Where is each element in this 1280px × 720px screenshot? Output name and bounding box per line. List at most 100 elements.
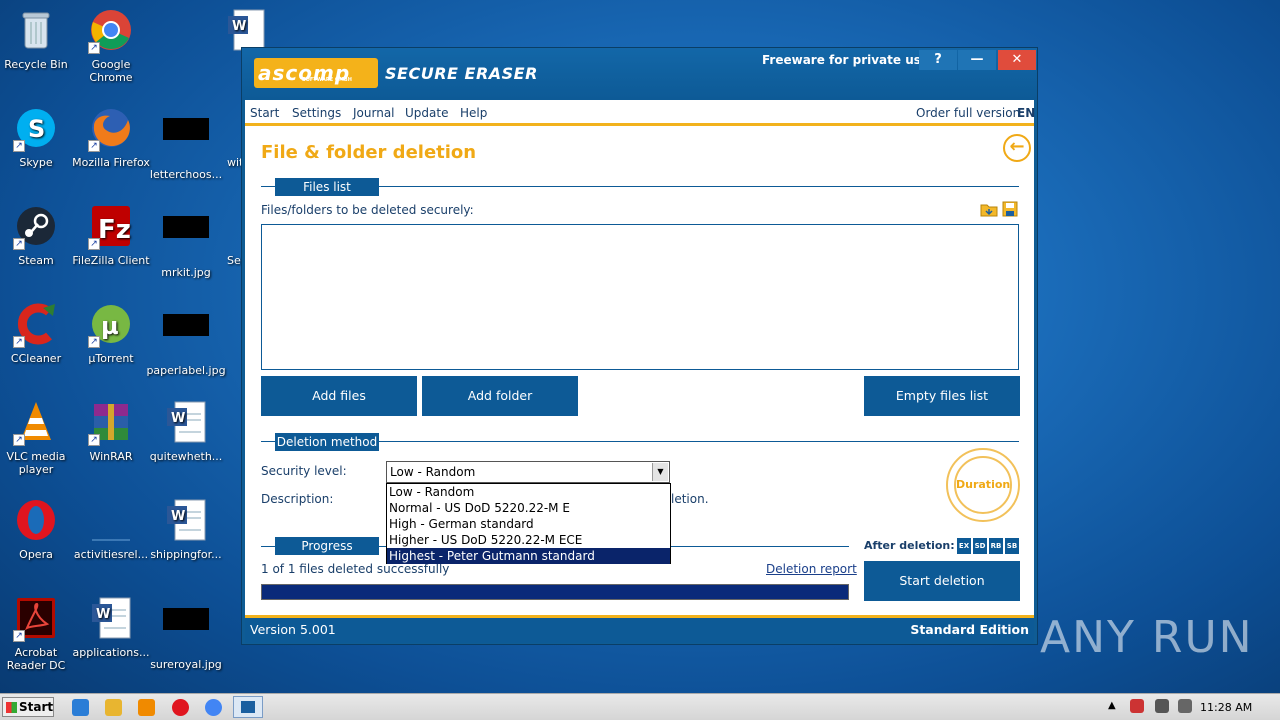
desktop-icon-recycle-bin[interactable]: Recycle Bin: [0, 8, 76, 71]
word-document-icon: W: [163, 498, 209, 544]
icon-label: VLC media player: [6, 450, 66, 476]
network-icon[interactable]: [1155, 699, 1169, 713]
icon-label: Steam: [18, 254, 54, 267]
word-document-icon: W: [163, 400, 209, 446]
help-button[interactable]: ?: [919, 50, 957, 70]
secure-eraser-taskbar-button[interactable]: [233, 696, 263, 718]
shortcut-arrow-icon: ↗: [13, 630, 25, 642]
security-option[interactable]: Normal - US DoD 5220.22-M E: [387, 500, 670, 516]
shortcut-arrow-icon: ↗: [13, 434, 25, 446]
shortcut-arrow-icon: ↗: [13, 238, 25, 250]
desktop-icon-sureroyal[interactable]: sureroyal.jpg: [146, 596, 226, 671]
icon-label: mrkit.jpg: [161, 266, 211, 279]
icon-label: Se: [227, 254, 241, 267]
menu-start[interactable]: Start: [250, 106, 279, 120]
title-bar[interactable]: ascomp SOFTWARE GMBH SECURE ERASER Freew…: [242, 48, 1037, 100]
files-listbox[interactable]: [261, 224, 1019, 370]
svg-text:W: W: [171, 411, 185, 426]
action-center-icon[interactable]: [1130, 699, 1144, 713]
security-option[interactable]: Higher - US DoD 5220.22-M ECE: [387, 532, 670, 548]
word-document-icon: W: [88, 596, 134, 642]
opera-taskbar-icon[interactable]: [172, 699, 189, 716]
after-deletion-reboot-option[interactable]: RB: [989, 538, 1003, 554]
chrome-taskbar-icon[interactable]: [205, 699, 222, 716]
desktop-icon-wit[interactable]: wit: [222, 106, 242, 169]
ie-icon[interactable]: [72, 699, 89, 716]
after-deletion-standby-option[interactable]: SB: [1005, 538, 1019, 554]
security-option[interactable]: Low - Random: [387, 484, 670, 500]
desktop-icon-quitewheth[interactable]: W quitewheth...: [146, 400, 226, 463]
desktop-icon-filezilla[interactable]: Fz ↗ FileZilla Client: [71, 204, 151, 267]
security-level-select[interactable]: Low - Random ▼: [386, 461, 670, 483]
close-button[interactable]: ✕: [998, 50, 1036, 70]
desktop-icon-winrar[interactable]: ↗ WinRAR: [71, 400, 151, 463]
menu-settings[interactable]: Settings: [292, 106, 341, 120]
shortcut-arrow-icon: ↗: [88, 42, 100, 54]
chevron-down-icon[interactable]: ▼: [652, 463, 668, 481]
progress-bar: [261, 584, 849, 600]
taskbar-clock[interactable]: 11:28 AM: [1200, 701, 1252, 714]
explorer-icon[interactable]: [105, 699, 122, 716]
empty-files-list-button[interactable]: Empty files list: [864, 376, 1020, 416]
skype-icon: S ↗: [13, 106, 59, 152]
desktop-icon-acrobat[interactable]: ↗ Acrobat Reader DC: [0, 596, 76, 672]
after-deletion-shutdown-option[interactable]: SD: [973, 538, 987, 554]
volume-icon[interactable]: [1178, 699, 1192, 713]
desktop-icon-mrkit[interactable]: mrkit.jpg: [146, 204, 226, 279]
icon-label: quitewheth...: [149, 450, 223, 463]
icon-label: FileZilla Client: [72, 254, 150, 267]
minimize-button[interactable]: —: [958, 50, 996, 70]
order-full-version-link[interactable]: Order full version: [916, 106, 1020, 120]
menu-help[interactable]: Help: [460, 106, 487, 120]
back-arrow-icon[interactable]: ←: [1003, 134, 1031, 162]
edition-label: Standard Edition: [910, 622, 1029, 637]
client-area: Start Settings Journal Update Help Order…: [245, 100, 1035, 615]
utorrent-icon: µ ↗: [88, 302, 134, 348]
shortcut-arrow-icon: ↗: [13, 140, 25, 152]
add-files-button[interactable]: Add files: [261, 376, 417, 416]
ascomp-logo: ascomp SOFTWARE GMBH: [254, 58, 378, 88]
steam-icon: ↗: [13, 204, 59, 250]
desktop-icon-shippingfor[interactable]: W shippingfor...: [146, 498, 226, 561]
show-hidden-icons-button[interactable]: ▲: [1108, 700, 1116, 711]
chrome-icon: ↗: [88, 8, 134, 54]
start-deletion-button[interactable]: Start deletion: [864, 561, 1020, 601]
image-file-icon: [163, 608, 209, 654]
desktop-icon-steam[interactable]: ↗ Steam: [0, 204, 76, 267]
desktop-icon-letterchoos[interactable]: letterchoos...: [146, 106, 226, 181]
icon-label: µTorrent: [88, 352, 134, 365]
start-button[interactable]: Start: [2, 697, 54, 717]
shortcut-arrow-icon: ↗: [88, 140, 100, 152]
desktop-icon-skype[interactable]: S ↗ Skype: [0, 106, 76, 169]
save-list-icon[interactable]: [1002, 201, 1018, 217]
svg-text:µ: µ: [101, 312, 119, 340]
file-icon: [222, 106, 242, 152]
desktop-icon-paperlabel[interactable]: paperlabel.jpg: [146, 302, 226, 377]
svg-text:W: W: [96, 607, 110, 622]
menu-journal[interactable]: Journal: [353, 106, 395, 120]
load-list-icon[interactable]: [980, 201, 998, 217]
desktop-icon-activitiesrel[interactable]: activitiesrel...: [71, 498, 151, 561]
media-player-icon[interactable]: [138, 699, 155, 716]
desktop-icon-se[interactable]: Se: [222, 204, 242, 267]
desktop-icon-opera[interactable]: Opera: [0, 498, 76, 561]
after-deletion-exit-option[interactable]: EX: [957, 538, 971, 554]
desktop-icon-chrome[interactable]: ↗ Google Chrome: [71, 8, 151, 84]
deletion-report-link[interactable]: Deletion report: [766, 562, 857, 576]
security-option[interactable]: High - German standard: [387, 516, 670, 532]
security-level-label: Security level:: [261, 464, 347, 478]
progress-status: 1 of 1 files deleted successfully: [261, 562, 450, 576]
desktop-icon-firefox[interactable]: ↗ Mozilla Firefox: [71, 106, 151, 169]
desktop-icon-ccleaner[interactable]: ↗ CCleaner: [0, 302, 76, 365]
desktop-icon-applications[interactable]: W applications...: [71, 596, 151, 659]
desktop-icon-vlc[interactable]: ↗ VLC media player: [0, 400, 76, 476]
security-option-highlighted[interactable]: Highest - Peter Gutmann standard: [387, 548, 670, 564]
blank-file-icon: [88, 498, 134, 544]
icon-label: Acrobat Reader DC: [6, 646, 66, 672]
language-selector[interactable]: EN: [1017, 106, 1035, 120]
firefox-icon: ↗: [88, 106, 134, 152]
menu-update[interactable]: Update: [405, 106, 448, 120]
add-folder-button[interactable]: Add folder: [422, 376, 578, 416]
desktop-icon-utorrent[interactable]: µ ↗ µTorrent: [71, 302, 151, 365]
icon-label: Google Chrome: [89, 58, 133, 84]
